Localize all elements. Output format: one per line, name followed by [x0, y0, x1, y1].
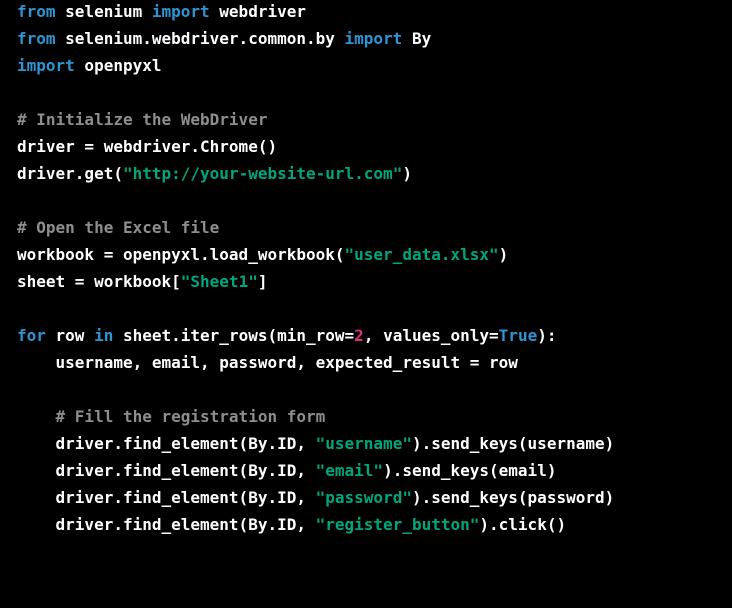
code-text: )	[498, 245, 509, 264]
code-text: ).send_keys(email)	[383, 461, 557, 480]
code-text: openpyxl	[74, 56, 162, 75]
code-text: By	[402, 29, 432, 48]
code-text: driver.find_element(By.ID,	[17, 461, 316, 480]
code-comment: # Open the Excel file	[17, 218, 220, 237]
code-text: , values_only=	[363, 326, 499, 345]
keyword: import	[151, 2, 210, 21]
code-string: "Sheet1"	[180, 272, 258, 291]
keyword: import	[17, 56, 75, 75]
code-string: "password"	[315, 488, 412, 507]
code-string: "http://your-website-url.com"	[122, 164, 403, 183]
code-text: selenium	[55, 2, 152, 21]
code-number: 2	[354, 326, 364, 345]
keyword: from	[17, 29, 56, 48]
code-line-5: # Initialize the WebDriver	[17, 105, 732, 135]
code-line-17: driver.find_element(By.ID, "username").s…	[17, 429, 732, 459]
code-text: row	[45, 326, 95, 345]
code-text: )	[402, 164, 412, 183]
code-text: username, email, password, expected_resu…	[17, 353, 518, 372]
code-text: sheet.iter_rows(min_row=	[113, 326, 355, 345]
code-text: driver.get(	[17, 164, 123, 183]
code-line-16: # Fill the registration form	[17, 402, 732, 432]
code-line-9: # Open the Excel file	[17, 213, 732, 243]
code-line-13: for row in sheet.iter_rows(min_row=2, va…	[17, 321, 732, 351]
code-text: driver.find_element(By.ID,	[17, 434, 316, 453]
code-text: ).send_keys(username)	[411, 434, 615, 453]
code-text: ]	[257, 272, 268, 291]
code-text: workbook = openpyxl.load_workbook(	[17, 245, 345, 264]
code-string: "username"	[315, 434, 412, 453]
code-text: webdriver	[209, 2, 306, 21]
code-line-11: sheet = workbook["Sheet1"]	[17, 267, 732, 297]
code-line-2: from selenium.webdriver.common.by import…	[17, 24, 732, 54]
code-line-7: driver.get("http://your-website-url.com"…	[17, 159, 732, 189]
code-text: selenium.webdriver.common.by	[55, 29, 345, 48]
code-comment: # Initialize the WebDriver	[17, 110, 268, 129]
keyword: from	[17, 2, 56, 21]
code-text: ):	[537, 326, 557, 345]
code-text: ).click()	[479, 515, 567, 534]
code-text: driver.find_element(By.ID,	[17, 488, 316, 507]
code-line-19: driver.find_element(By.ID, "password").s…	[17, 483, 732, 513]
code-comment: # Fill the registration form	[17, 407, 326, 426]
code-line-10: workbook = openpyxl.load_workbook("user_…	[17, 240, 732, 270]
code-line-1: from selenium import webdriver	[17, 0, 732, 27]
keyword: in	[94, 326, 114, 345]
code-line-6: driver = webdriver.Chrome()	[17, 132, 732, 162]
code-line-18: driver.find_element(By.ID, "email").send…	[17, 456, 732, 486]
code-text: driver.find_element(By.ID,	[17, 515, 316, 534]
code-line-14: username, email, password, expected_resu…	[17, 348, 732, 378]
code-text: ).send_keys(password)	[411, 488, 615, 507]
keyword: for	[17, 326, 46, 345]
code-line-20: driver.find_element(By.ID, "register_but…	[17, 510, 732, 540]
code-string: "email"	[315, 461, 384, 480]
keyword: True	[498, 326, 538, 345]
code-text: sheet = workbook[	[17, 272, 181, 291]
code-block: from selenium import webdriver from sele…	[0, 0, 732, 608]
code-line-3: import openpyxl	[17, 51, 732, 81]
code-string: "register_button"	[315, 515, 480, 534]
code-text: driver = webdriver.Chrome()	[17, 137, 278, 156]
code-string: "user_data.xlsx"	[344, 245, 499, 264]
keyword: import	[344, 29, 403, 48]
